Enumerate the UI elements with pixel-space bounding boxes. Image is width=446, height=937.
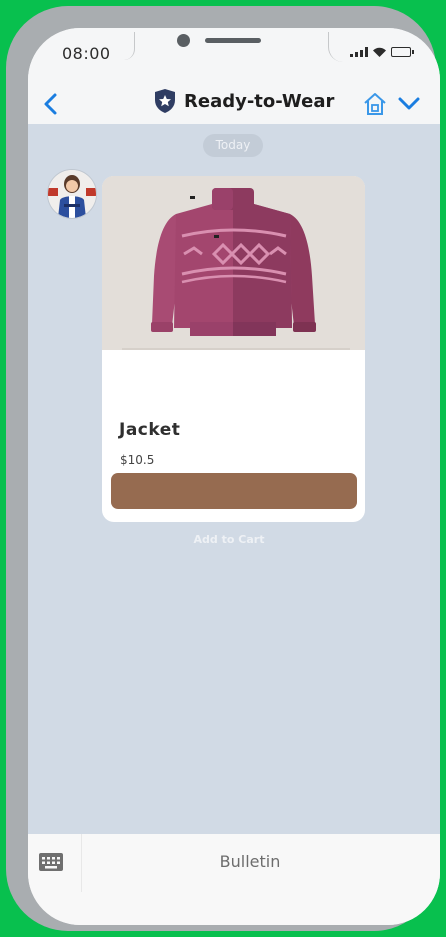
product-name: Jacket — [119, 420, 181, 440]
product-image[interactable] — [102, 176, 365, 350]
front-camera — [177, 34, 190, 47]
signal-icon — [350, 47, 368, 57]
notch-right-edge — [328, 32, 343, 62]
status-time: 08:00 — [62, 44, 111, 63]
bulletin-menu-button[interactable]: Bulletin — [82, 848, 418, 876]
header-title-group: Ready-to-Wear — [154, 88, 334, 114]
add-to-cart-label[interactable]: Add to Cart — [28, 533, 430, 546]
bottom-menu-bar: Bulletin — [28, 834, 440, 925]
date-separator: Today — [203, 134, 263, 157]
page-title: Ready-to-Wear — [184, 90, 335, 112]
chat-area[interactable]: Today Jacket $10.5 Add to Cart — [28, 124, 440, 834]
bot-avatar[interactable] — [47, 169, 97, 219]
sweater-illustration — [102, 176, 365, 350]
back-arrow-icon[interactable] — [40, 92, 62, 116]
avatar-illustration — [48, 170, 96, 218]
status-bar: 08:00 — [28, 28, 440, 86]
product-card[interactable]: Jacket $10.5 — [102, 176, 365, 522]
chevron-down-icon[interactable] — [398, 95, 420, 113]
earpiece-speaker — [205, 38, 261, 43]
notch-left-edge — [124, 32, 135, 60]
phone-screen: 08:00 Ready-to-Wear Today Jacket $10.5 A… — [28, 28, 440, 925]
keyboard-icon[interactable] — [38, 849, 64, 875]
product-price: $10.5 — [120, 453, 155, 467]
home-icon[interactable] — [362, 91, 388, 117]
shield-star-icon — [155, 89, 175, 113]
chat-header: Ready-to-Wear — [28, 86, 440, 125]
system-icons — [350, 46, 414, 58]
wifi-icon — [373, 47, 386, 57]
device-frame: 08:00 Ready-to-Wear Today Jacket $10.5 A… — [6, 6, 440, 931]
add-to-cart-button[interactable] — [111, 473, 357, 509]
battery-icon — [391, 47, 414, 57]
